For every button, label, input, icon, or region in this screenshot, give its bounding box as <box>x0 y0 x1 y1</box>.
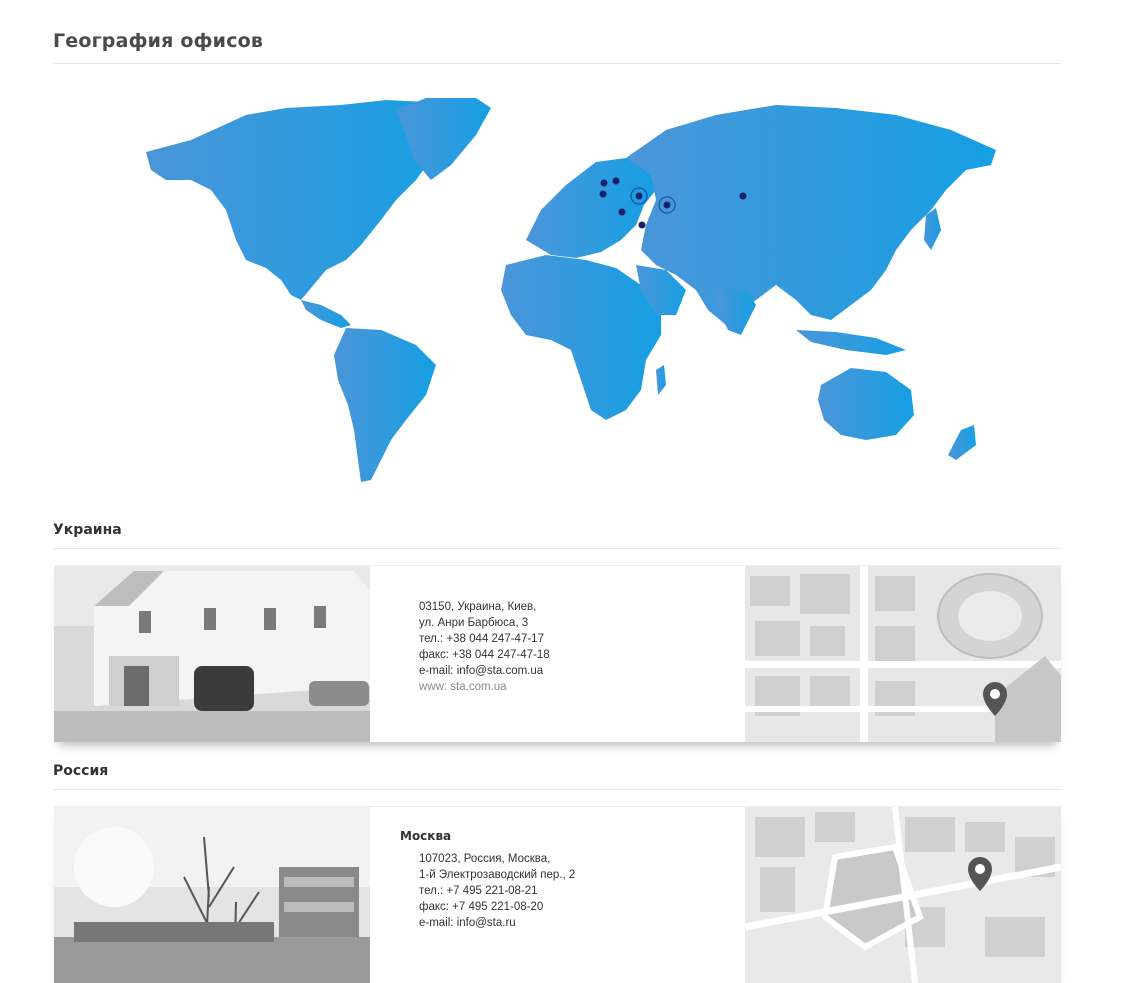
address-line: 107023, Россия, Москва, <box>419 853 551 865</box>
office-marker <box>618 208 626 216</box>
office-photo <box>54 807 370 983</box>
office-card-ukraine: 03150, Украина, Киев, ул. Анри Барбюса, … <box>54 565 1061 742</box>
section-divider <box>53 789 1061 790</box>
indonesia-shape <box>796 330 906 355</box>
new-zealand-shape <box>948 425 976 460</box>
world-map-graphic <box>146 98 996 482</box>
world-map <box>96 90 1016 490</box>
office-address: 03150, Украина, Киев, ул. Анри Барбюса, … <box>419 599 550 695</box>
australia-shape <box>818 368 914 440</box>
office-marker <box>599 190 607 198</box>
city-label: Москва <box>400 829 452 843</box>
office-marker <box>612 177 620 185</box>
office-marker <box>635 192 643 200</box>
office-marker <box>638 221 646 229</box>
section-title-ukraine: Украина <box>53 522 122 538</box>
fax-line: факс: +38 044 247-47-18 <box>419 649 550 661</box>
india-shape <box>716 290 756 335</box>
phone-line: тел.: +7 495 221-08-21 <box>419 885 538 897</box>
address-line: 03150, Украина, Киев, <box>419 601 537 613</box>
office-marker <box>600 179 608 187</box>
section-divider <box>53 548 1061 549</box>
office-location-map[interactable] <box>745 807 1061 983</box>
address-line: 1-й Электрозаводский пер., 2 <box>419 869 576 881</box>
central-america-shape <box>301 300 351 328</box>
address-line: ул. Анри Барбюса, 3 <box>419 617 529 629</box>
europe-shape <box>526 158 656 258</box>
title-divider <box>53 63 1061 64</box>
office-address: 107023, Россия, Москва, 1-й Электрозавод… <box>419 851 575 931</box>
website-link[interactable]: www: sta.com.ua <box>419 679 550 695</box>
office-marker <box>739 192 747 200</box>
office-location-map[interactable] <box>745 566 1061 742</box>
africa-shape <box>501 255 661 420</box>
fax-line: факс: +7 495 221-08-20 <box>419 901 544 913</box>
south-america-shape <box>334 328 436 482</box>
madagascar-shape <box>656 365 666 395</box>
office-photo <box>54 566 370 742</box>
email-line[interactable]: e-mail: info@sta.com.ua <box>419 663 550 679</box>
office-card-russia: Москва 107023, Россия, Москва, 1-й Элект… <box>54 806 1061 983</box>
section-title-russia: Россия <box>53 763 109 779</box>
office-marker <box>663 201 671 209</box>
phone-line: тел.: +38 044 247-47-17 <box>419 633 544 645</box>
page-title: География офисов <box>53 30 264 52</box>
